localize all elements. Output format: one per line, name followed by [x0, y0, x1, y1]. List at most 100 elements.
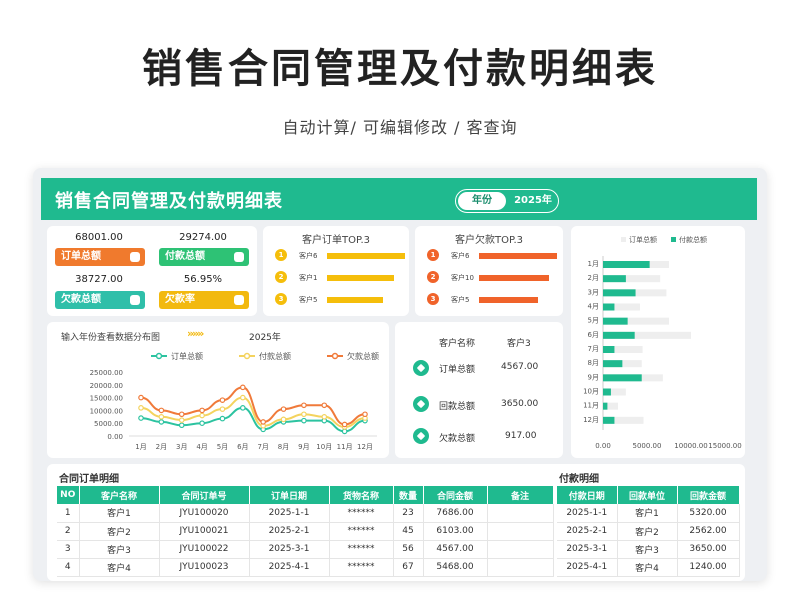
data-point	[341, 428, 348, 435]
column-header: 备注	[487, 486, 554, 504]
table-row[interactable]: 3 客户3 JYU100022 2025-3-1 ****** 56 4567.00	[57, 540, 554, 559]
data-point	[280, 416, 287, 423]
table-cell[interactable]: JYU100020	[159, 504, 250, 523]
table-cell[interactable]: 2025-1-1	[249, 504, 330, 523]
order-rank-badge: 1	[275, 249, 287, 261]
table-cell[interactable]: 5468.00	[423, 558, 488, 577]
data-point	[280, 406, 287, 412]
table-cell[interactable]: 客户1	[617, 504, 678, 523]
monthly-bar-card: 订单总额 付款总额 1月 2月 3月 4月 5月 6月 7月 8月 9月 10月 11月 12月 0.00 5…	[571, 226, 745, 458]
customer-payments-label: 回款总额	[439, 402, 476, 412]
table-cell[interactable]: 1240.00	[677, 558, 740, 577]
legend-marker	[243, 352, 251, 360]
table-cell[interactable]: JYU100021	[159, 522, 250, 541]
table-cell[interactable]: 4	[57, 558, 80, 577]
table-cell[interactable]: 客户2	[79, 522, 160, 541]
legend-label: 欠款总额	[347, 351, 379, 361]
table-cell[interactable]	[487, 522, 554, 541]
table-cell[interactable]: 2025-2-1	[557, 522, 618, 541]
x-tick-label: 2月	[156, 443, 167, 451]
data-point	[178, 411, 185, 418]
table-row[interactable]: 1 客户1 JYU100020 2025-1-1 ****** 23 7686.00	[57, 504, 554, 523]
x-tick-label: 5月	[217, 443, 228, 451]
bar-payments	[603, 275, 626, 283]
data-point	[158, 407, 165, 414]
table-cell[interactable]: ******	[329, 540, 394, 559]
data-point	[138, 415, 144, 421]
table-row[interactable]: 2025-4-1 客户4 1240.00	[557, 558, 740, 577]
table-cell[interactable]: 2025-3-1	[249, 540, 330, 559]
table-cell[interactable]: 客户4	[79, 558, 160, 577]
debt-rank-bar	[479, 275, 549, 281]
table-cell[interactable]: 45	[393, 522, 424, 541]
customer-orders-label: 订单总额	[439, 365, 476, 375]
data-point	[321, 414, 328, 420]
top-orders-title: 客户订单TOP.3	[302, 235, 370, 246]
x-tick-label: 4月	[196, 443, 207, 451]
y-tick-label: 6月	[588, 331, 599, 339]
legend-label: 订单总额	[629, 235, 657, 244]
table-cell[interactable]: JYU100023	[159, 558, 250, 577]
table-row[interactable]: 2 客户2 JYU100021 2025-2-1 ****** 45 6103.00	[57, 522, 554, 541]
table-cell[interactable]	[487, 558, 554, 577]
table-cell[interactable]: 客户3	[617, 540, 678, 559]
debt-rank-badge: 3	[427, 293, 439, 305]
table-cell[interactable]: 67	[393, 558, 424, 577]
table-cell[interactable]: 客户2	[617, 522, 678, 541]
table-cell[interactable]: 客户4	[617, 558, 678, 577]
table-cell[interactable]: 3	[57, 540, 80, 559]
table-cell[interactable]: 1	[57, 504, 80, 523]
table-cell[interactable]: ******	[329, 522, 394, 541]
table-row[interactable]: 4 客户4 JYU100023 2025-4-1 ****** 67 5468.00	[57, 558, 554, 577]
bar-payments	[603, 331, 635, 339]
table-cell[interactable]: 56	[393, 540, 424, 559]
table-cell[interactable]: 3650.00	[677, 540, 740, 559]
column-header: 合同订单号	[159, 486, 250, 504]
table-cell[interactable]: 客户1	[79, 504, 160, 523]
table-cell[interactable]: 7686.00	[423, 504, 488, 523]
column-header: NO	[57, 486, 80, 504]
table-cell[interactable]: 5320.00	[677, 504, 740, 523]
table-cell[interactable]	[487, 504, 554, 523]
customer-debts-label: 欠款总额	[439, 434, 476, 444]
legend-marker	[331, 352, 339, 360]
y-tick-label: 1月	[588, 260, 599, 268]
table-cell[interactable]: 2025-4-1	[557, 558, 618, 577]
table-row[interactable]: 2025-2-1 客户2 2562.00	[557, 522, 740, 541]
table-cell[interactable]: ******	[329, 558, 394, 577]
y-tick-label: 3月	[588, 288, 599, 296]
order-rank-bar	[327, 253, 405, 259]
data-point	[178, 422, 185, 429]
year-selector[interactable]: 年份 2025年	[455, 189, 559, 213]
kpi-payments-badge: 付款总额	[159, 248, 249, 266]
table-cell[interactable]: 2025-2-1	[249, 522, 330, 541]
debt-rank-badge: 2	[427, 271, 439, 283]
table-cell[interactable]: JYU100022	[159, 540, 250, 559]
order-rank-name: 客户1	[299, 274, 318, 282]
monthly-bar-chart: 订单总额 付款总额 1月 2月 3月 4月 5月 6月 7月 8月 9月 10月 11月 12月 0.00 5…	[583, 235, 742, 450]
table-cell[interactable]: 2025-1-1	[557, 504, 618, 523]
x-tick-label: 11月	[337, 443, 353, 451]
table-cell[interactable]: ******	[329, 504, 394, 523]
y-tick-label: 15000.00	[90, 395, 123, 403]
table-cell[interactable]: 6103.00	[423, 522, 488, 541]
y-tick-label: 5月	[588, 317, 599, 325]
customer-selected[interactable]: 客户3	[507, 336, 531, 349]
table-cell[interactable]: 客户3	[79, 540, 160, 559]
table-row[interactable]: 2025-1-1 客户1 5320.00	[557, 504, 740, 523]
data-point	[178, 417, 185, 423]
dashboard-header: 销售合同管理及付款明细表 年份 2025年	[41, 178, 757, 220]
table-cell[interactable]: 2	[57, 522, 80, 541]
kpi-debt-rate-label: 欠款率	[165, 294, 195, 305]
debt-rank-badge: 1	[427, 249, 439, 261]
table-cell[interactable]: 2562.00	[677, 522, 740, 541]
table-cell[interactable]: 2025-4-1	[249, 558, 330, 577]
table-cell[interactable]: 2025-3-1	[557, 540, 618, 559]
year-value[interactable]: 2025年	[510, 192, 556, 210]
table-cell[interactable]	[487, 540, 554, 559]
table-cell[interactable]: 4567.00	[423, 540, 488, 559]
table-row[interactable]: 2025-3-1 客户3 3650.00	[557, 540, 740, 559]
data-point	[362, 411, 368, 418]
customer-payments-value: 3650.00	[501, 399, 539, 409]
table-cell[interactable]: 23	[393, 504, 424, 523]
